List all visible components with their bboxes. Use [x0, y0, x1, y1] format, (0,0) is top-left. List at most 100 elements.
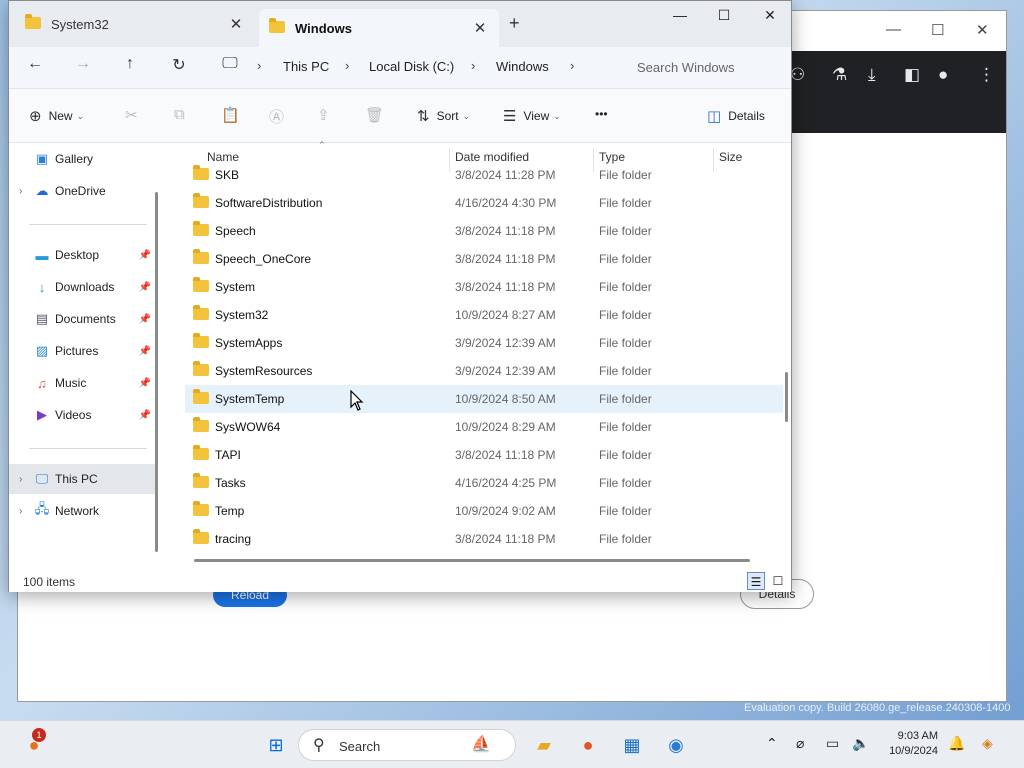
cut-icon[interactable]: ✂ [125, 106, 138, 124]
menu-icon[interactable]: ⋮ [978, 65, 995, 85]
table-row[interactable]: System32 10/9/2024 8:27 AM File folder [185, 301, 783, 329]
chevron-right-icon[interactable]: › [345, 58, 349, 73]
search-input[interactable]: Search Windows [626, 53, 786, 83]
chevron-right-icon[interactable]: › [19, 506, 33, 517]
pin-icon[interactable]: 📌 [139, 250, 151, 261]
breadcrumb-local-disk[interactable]: Local Disk (C:) [369, 59, 454, 74]
labs-icon[interactable]: ⚗ [832, 65, 847, 85]
chevron-right-icon[interactable]: › [19, 186, 33, 197]
sidebar-item-videos[interactable]: ▶ Videos 📌 [9, 400, 155, 430]
tiles-view-icon[interactable]: ☐ [769, 572, 787, 590]
copy-icon[interactable]: ⧉ [174, 106, 185, 123]
sidebar-item-network[interactable]: › 🖧 Network [9, 496, 155, 526]
chrome-icon[interactable]: ◉ [662, 731, 690, 759]
pin-icon[interactable]: 📌 [139, 410, 151, 421]
pin-icon[interactable]: 📌 [139, 282, 151, 293]
breadcrumb-windows[interactable]: Windows [496, 59, 549, 74]
bg-maximize-button[interactable]: ☐ [931, 21, 944, 39]
bg-close-button[interactable]: ✕ [976, 21, 989, 39]
new-button[interactable]: ⊕ New ⌄ [29, 107, 84, 125]
maximize-button[interactable]: ☐ [709, 7, 739, 24]
start-windows-icon[interactable]: ⊞ [262, 731, 290, 759]
taskbar-search[interactable]: ⚲ Search ⛵ [298, 729, 516, 761]
more-options-button[interactable]: ••• [595, 107, 608, 121]
table-row[interactable]: TAPI 3/8/2024 11:18 PM File folder [185, 441, 783, 469]
clock[interactable]: 9:03 AM 10/9/2024 [880, 729, 938, 759]
profile-icon[interactable]: ● [938, 65, 948, 85]
table-row[interactable]: tracing 3/8/2024 11:18 PM File folder [185, 525, 783, 553]
network-status-icon[interactable]: ⌀ [796, 735, 804, 752]
new-tab-button[interactable]: + [509, 13, 520, 34]
download-icon[interactable]: ⤓ [868, 65, 876, 85]
taskbar: ● 1 ⊞ ⚲ Search ⛵ ▰ ● ▦ ◉ ⌃ ⌀ ▭ 🔈 9:03 AM… [0, 720, 1024, 768]
date-modified: 3/8/2024 11:18 PM [455, 448, 556, 462]
share-icon[interactable]: ⇪ [317, 106, 330, 124]
view-button[interactable]: ☰ View ⌄ [503, 107, 561, 125]
sidebar-item-this-pc[interactable]: › 🖵 This PC [9, 464, 155, 494]
sidebar-item-gallery[interactable]: ▣ Gallery [9, 144, 155, 174]
table-row[interactable]: SystemApps 3/9/2024 12:39 AM File folder [185, 329, 783, 357]
sidepanel-icon[interactable]: ◧ [904, 65, 920, 85]
delete-icon[interactable]: 🗑 [365, 106, 384, 124]
tab-windows[interactable]: Windows ✕ [259, 9, 499, 47]
chevron-right-icon[interactable]: › [570, 58, 574, 73]
table-row[interactable]: SKB 3/8/2024 11:28 PM File folder [185, 161, 783, 189]
sidebar-item-label: Desktop [55, 248, 100, 262]
chevron-up-icon[interactable]: ⌃ [766, 735, 778, 752]
sidebar-item-documents[interactable]: ▤ Documents 📌 [9, 304, 155, 334]
sidebar-scrollbar[interactable] [155, 192, 158, 552]
sidebar-item-downloads[interactable]: ↓ Downloads 📌 [9, 272, 155, 302]
details-pane-icon: ◫ [707, 108, 722, 125]
close-tab-icon[interactable]: ✕ [227, 15, 245, 33]
sidebar-item-pictures[interactable]: ▨ Pictures 📌 [9, 336, 155, 366]
table-row[interactable]: SysWOW64 10/9/2024 8:29 AM File folder [185, 413, 783, 441]
minimize-button[interactable]: — [665, 7, 695, 23]
horizontal-scrollbar[interactable] [194, 559, 750, 562]
vertical-scrollbar[interactable] [783, 144, 797, 570]
computer-icon[interactable]: 🖵 [218, 55, 242, 73]
details-view-icon[interactable]: ☰ [747, 572, 765, 590]
table-row[interactable]: Speech_OneCore 3/8/2024 11:18 PM File fold… [185, 245, 783, 273]
details-label: Details [728, 109, 765, 123]
pin-icon[interactable]: 📌 [139, 378, 151, 389]
chevron-right-icon[interactable]: › [471, 58, 475, 73]
pin-icon[interactable]: 📌 [139, 314, 151, 325]
refresh-icon[interactable]: ↻ [167, 55, 191, 75]
rename-icon[interactable]: Ⓐ [269, 106, 284, 127]
details-pane-button[interactable]: ◫ Details [707, 107, 765, 125]
sidebar-item-music[interactable]: ♫ Music 📌 [9, 368, 155, 398]
sidebar-item-onedrive[interactable]: › ☁ OneDrive [9, 176, 155, 206]
up-arrow-icon[interactable]: ↑ [118, 55, 142, 73]
copilot-icon[interactable]: ◈ [982, 735, 993, 752]
close-window-button[interactable]: ✕ [755, 7, 785, 24]
chevron-right-icon[interactable]: › [257, 58, 261, 73]
file-explorer-taskbar-icon[interactable]: ▰ [530, 731, 558, 759]
chevron-right-icon[interactable]: › [19, 474, 33, 485]
back-arrow-icon[interactable]: ← [23, 55, 47, 73]
paste-icon[interactable]: 📋 [221, 106, 240, 124]
pin-icon[interactable]: 📌 [139, 346, 151, 357]
table-row[interactable]: Temp 10/9/2024 9:02 AM File folder [185, 497, 783, 525]
firefox-icon[interactable]: ● [574, 731, 602, 759]
table-row[interactable]: Tasks 4/16/2024 4:25 PM File folder [185, 469, 783, 497]
sidebar-item-label: Network [55, 504, 100, 518]
table-row[interactable]: Speech 3/8/2024 11:18 PM File folder [185, 217, 783, 245]
store-icon[interactable]: ▦ [618, 731, 646, 759]
table-row[interactable]: SystemResources 3/9/2024 12:39 AM File fol… [185, 357, 783, 385]
volume-icon[interactable]: 🔈 [852, 735, 869, 752]
breadcrumb-this-pc[interactable]: This PC [283, 59, 329, 74]
close-tab-icon[interactable]: ✕ [471, 19, 489, 37]
bg-extension-icon[interactable]: ⚇ [790, 65, 805, 85]
table-row[interactable]: SystemTemp 10/9/2024 8:50 AM File folder [185, 385, 783, 413]
folder-icon [193, 445, 209, 463]
sort-button[interactable]: ⇅ Sort ⌄ [417, 107, 470, 125]
forward-arrow-icon[interactable]: → [71, 55, 95, 73]
scroll-thumb[interactable] [785, 372, 788, 422]
sidebar-item-desktop[interactable]: ▬ Desktop 📌 [9, 240, 155, 270]
display-icon[interactable]: ▭ [826, 735, 839, 752]
table-row[interactable]: System 3/8/2024 11:18 PM File folder [185, 273, 783, 301]
bg-minimize-button[interactable]: — [886, 21, 901, 38]
notification-bell-icon[interactable]: 🔔 [948, 735, 965, 752]
tab-system32[interactable]: System32 ✕ [15, 9, 255, 39]
table-row[interactable]: SoftwareDistribution 4/16/2024 4:30 PM Fil… [185, 189, 783, 217]
